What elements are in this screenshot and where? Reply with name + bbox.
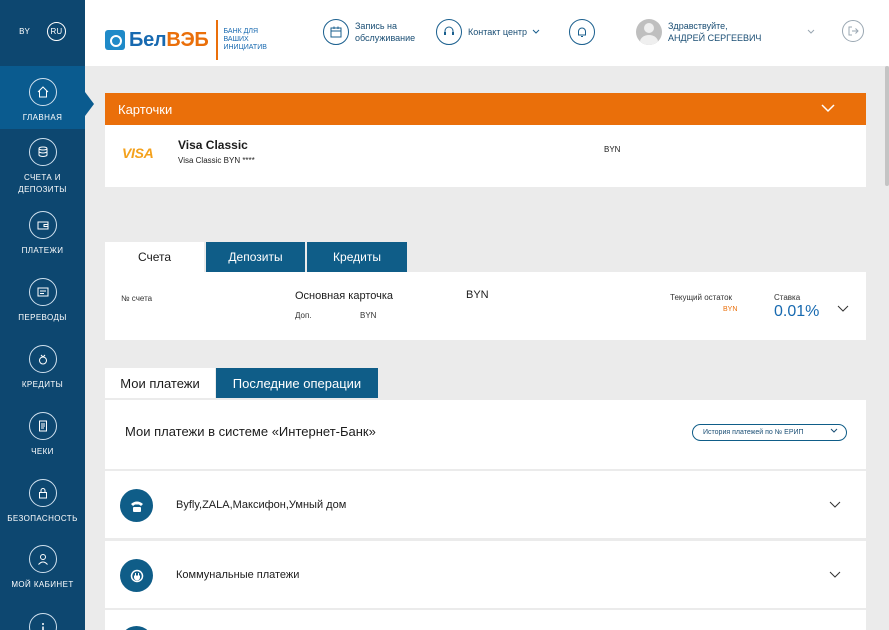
- card-item[interactable]: VISA Visa Classic Visa Classic BYN **** …: [105, 125, 866, 187]
- logo[interactable]: БелВЭБ БАНК ДЛЯ ВАШИХ ИНИЦИАТИВ: [105, 20, 278, 60]
- logo-tagline: БАНК ДЛЯ ВАШИХ ИНИЦИАТИВ: [223, 28, 267, 51]
- sidebar-item-label: КРЕДИТЫ: [21, 380, 64, 389]
- additional-currency: BYN: [360, 311, 377, 320]
- money-bag-icon: [28, 345, 57, 373]
- chevron-down-icon: [821, 104, 835, 113]
- sidebar-item-checks[interactable]: ЧЕКИ: [0, 412, 85, 458]
- sidebar-item-credits[interactable]: КРЕДИТЫ: [0, 345, 85, 391]
- account-currency: BYN: [466, 289, 489, 301]
- user-menu[interactable]: Здравствуйте, АНДРЕЙ СЕРГЕЕВИЧ: [636, 19, 815, 45]
- language-switcher: BY RU: [0, 22, 85, 41]
- card-currency: BYN: [604, 145, 621, 154]
- logout-button[interactable]: [842, 20, 864, 42]
- sidebar: BY RU ГЛАВНАЯ СЧЕТА И ДЕПОЗИТЫ ПЛАТЕЖИ П…: [0, 0, 94, 630]
- user-greeting-block: Здравствуйте, АНДРЕЙ СЕРГЕЕВИЧ: [668, 20, 761, 44]
- sidebar-item-label: ПЕРЕВОДЫ: [18, 313, 67, 322]
- lock-icon: [28, 479, 57, 507]
- power-plug-icon: [120, 559, 153, 592]
- additional-label: Доп.: [295, 311, 312, 320]
- erip-history-button[interactable]: История платежей по № ЕРИП: [692, 424, 847, 441]
- user-icon: [28, 545, 57, 573]
- contact-label: Контакт центр: [468, 27, 528, 37]
- sidebar-item-label: БЕЗОПАСНОСТЬ: [7, 514, 78, 523]
- cards-header[interactable]: Карточки: [105, 93, 866, 125]
- tab-my-payments[interactable]: Мои платежи: [105, 368, 215, 398]
- tab-deposits[interactable]: Депозиты: [206, 242, 305, 272]
- logout-icon: [842, 20, 864, 42]
- sidebar-item-payments[interactable]: ПЛАТЕЖИ: [0, 211, 85, 257]
- transfer-icon: [28, 278, 57, 306]
- bell-icon: [569, 19, 595, 45]
- active-indicator: [85, 92, 94, 116]
- sidebar-item-home[interactable]: ГЛАВНАЯ: [0, 66, 85, 129]
- payment-row-internet[interactable]: Byfly,ZALA,Максифон,Умный дом: [105, 471, 866, 538]
- sidebar-item-cabinet[interactable]: МОЙ КАБИНЕТ: [0, 545, 85, 591]
- visa-logo: VISA: [122, 145, 154, 161]
- logo-name: БелВЭБ: [129, 28, 209, 51]
- scrollbar[interactable]: [885, 66, 889, 186]
- logo-mark-icon: [105, 30, 125, 50]
- greeting-text: Здравствуйте,: [668, 21, 728, 31]
- logo-divider: [216, 20, 219, 60]
- chevron-down-icon: [829, 501, 841, 508]
- payments-title: Мои платежи в системе «Интернет-Банк»: [125, 424, 376, 439]
- avatar: [636, 19, 662, 45]
- sidebar-item-label: ГЛАВНАЯ: [22, 113, 63, 122]
- balance-label: Текущий остаток: [670, 293, 733, 302]
- wallet-icon: [28, 211, 57, 239]
- payment-row-utilities[interactable]: Коммунальные платежи: [105, 541, 866, 608]
- payment-row-label: Byfly,ZALA,Максифон,Умный дом: [176, 499, 347, 511]
- contact-center-dropdown[interactable]: Контакт центр: [436, 19, 540, 45]
- account-name: Основная карточка: [295, 290, 394, 302]
- sidebar-item-accounts[interactable]: СЧЕТА И ДЕПОЗИТЫ: [0, 138, 85, 196]
- card-name: Visa Classic: [178, 138, 248, 152]
- appointment-label: Запись на обслуживание: [355, 21, 416, 43]
- calendar-icon: [323, 19, 349, 45]
- sidebar-item-transfers[interactable]: ПЕРЕВОДЫ: [0, 278, 85, 324]
- sidebar-item-security[interactable]: БЕЗОПАСНОСТЬ: [0, 479, 85, 525]
- chevron-down-icon: [829, 571, 841, 578]
- payments-header: Мои платежи в системе «Интернет-Банк» Ис…: [105, 400, 866, 469]
- erip-history-label: История платежей по № ЕРИП: [703, 429, 804, 436]
- phone-icon: [120, 489, 153, 522]
- payment-icon: [120, 626, 153, 630]
- sidebar-item-label: СЧЕТА И ДЕПОЗИТЫ: [18, 173, 67, 194]
- home-icon: [28, 78, 57, 106]
- headset-icon: [436, 19, 462, 45]
- rate-value: 0.01%: [774, 303, 820, 320]
- sidebar-item-label: ПЛАТЕЖИ: [21, 246, 64, 255]
- coins-icon: [28, 138, 57, 166]
- card-subtitle: Visa Classic BYN ****: [178, 156, 255, 165]
- notifications-button[interactable]: [569, 19, 595, 45]
- sidebar-item-label: ЧЕКИ: [31, 447, 54, 456]
- payment-row-next[interactable]: [105, 610, 866, 630]
- receipt-icon: [28, 412, 57, 440]
- chevron-down-icon: [532, 29, 540, 34]
- lang-ru[interactable]: RU: [46, 22, 66, 41]
- info-icon: [28, 613, 57, 630]
- sidebar-item-info[interactable]: [0, 613, 85, 630]
- tab-credits[interactable]: Кредиты: [307, 242, 407, 272]
- user-name: АНДРЕЙ СЕРГЕЕВИЧ: [668, 33, 762, 43]
- rate-label: Ставка: [774, 293, 801, 302]
- tab-accounts[interactable]: Счета: [105, 242, 204, 272]
- lang-by[interactable]: BY: [19, 27, 30, 36]
- tab-recent-operations[interactable]: Последние операции: [216, 368, 378, 398]
- appointment-button[interactable]: Запись на обслуживание: [323, 19, 427, 45]
- chevron-down-icon: [830, 428, 838, 433]
- account-number-label: № счета: [121, 294, 153, 303]
- chevron-down-icon[interactable]: [837, 305, 849, 313]
- balance-currency: BYN: [723, 306, 738, 313]
- sidebar-item-label: МОЙ КАБИНЕТ: [11, 580, 74, 589]
- payment-row-label: Коммунальные платежи: [176, 569, 300, 581]
- header: БелВЭБ БАНК ДЛЯ ВАШИХ ИНИЦИАТИВ Запись н…: [85, 0, 889, 66]
- cards-title: Карточки: [118, 101, 173, 117]
- account-row[interactable]: № счета Основная карточка BYN Доп. BYN Т…: [105, 272, 866, 340]
- chevron-down-icon: [808, 29, 815, 34]
